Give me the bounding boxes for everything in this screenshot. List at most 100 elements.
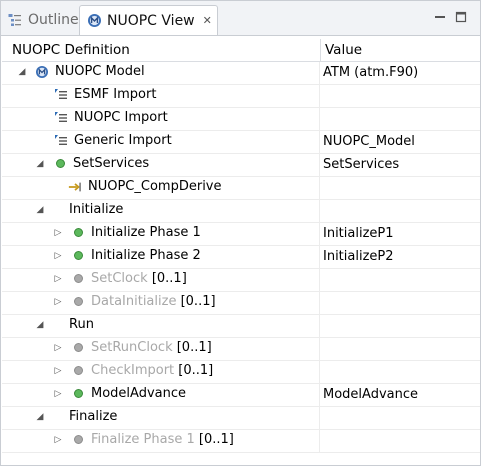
column-divider <box>319 292 320 314</box>
tab-outline[interactable]: Outline <box>7 6 79 34</box>
gray-dot-icon <box>71 364 85 378</box>
import-icon <box>54 134 68 148</box>
tree-row-datainitialize[interactable]: ▷ DataInitialize [0..1] <box>2 292 480 315</box>
column-divider <box>319 430 320 452</box>
tree-row-label: Generic Import <box>74 133 172 148</box>
tree-row-label: CheckImport <box>91 363 175 378</box>
multiplicity-label: [0..1] <box>198 432 234 447</box>
tree-row-label: Initialize <box>69 202 124 217</box>
column-header-definition[interactable]: NUOPC Definition <box>12 42 130 58</box>
tree-row-run[interactable]: ◢ Run <box>2 315 480 338</box>
multiplicity-label: [0..1] <box>178 363 214 378</box>
tab-nuopc-view-label: NUOPC View <box>107 12 195 29</box>
gray-dot-icon <box>71 341 85 355</box>
tree-row-label: SetClock <box>91 271 148 286</box>
tree-row-nuopc-import[interactable]: NUOPC Import <box>2 108 480 131</box>
column-divider <box>319 223 320 245</box>
tree-row-label: NUOPC Model <box>55 64 145 79</box>
tree-row-nuopc-compderive[interactable]: NUOPC_CompDerive <box>2 177 480 200</box>
tab-nuopc-view[interactable]: NUOPC View ✕ <box>79 5 218 35</box>
column-divider <box>319 407 320 429</box>
column-divider <box>319 361 320 383</box>
view-tab-bar: Outline NUOPC View ✕ <box>1 1 480 36</box>
minimize-view-icon[interactable] <box>433 10 447 24</box>
tree-row-initialize[interactable]: ◢ Initialize <box>2 200 480 223</box>
column-divider <box>319 154 320 176</box>
tree-row-modeladvance[interactable]: ▷ ModelAdvance ModelAdvance <box>2 384 480 407</box>
close-tab-icon[interactable]: ✕ <box>203 14 212 27</box>
green-dot-icon <box>71 249 85 263</box>
tree-row-label: Finalize Phase 1 <box>91 432 195 447</box>
tree-row-esmf-import[interactable]: ESMF Import <box>2 85 480 108</box>
tree-row-setrunclock[interactable]: ▷ SetRunClock [0..1] <box>2 338 480 361</box>
tree-row-value: ATM (atm.F90) <box>323 65 419 80</box>
tree-row-label: Initialize Phase 2 <box>91 248 201 263</box>
tree-row-setservices[interactable]: ◢ SetServices SetServices <box>2 154 480 177</box>
collapsed-toggle-icon[interactable]: ▷ <box>52 273 64 285</box>
tree-row-label: NUOPC_CompDerive <box>88 179 222 194</box>
expanded-toggle-icon[interactable]: ◢ <box>34 319 46 331</box>
derive-arrow-icon <box>68 180 82 194</box>
nuopc-view-icon <box>86 13 102 29</box>
collapsed-toggle-icon[interactable]: ▷ <box>52 250 64 262</box>
tree-row-finalize[interactable]: ◢ Finalize <box>2 407 480 430</box>
tree-row-value: NUOPC_Model <box>323 134 415 149</box>
gray-dot-icon <box>71 433 85 447</box>
green-dot-icon <box>71 226 85 240</box>
tree-row-setclock[interactable]: ▷ SetClock [0..1] <box>2 269 480 292</box>
import-icon <box>54 88 68 102</box>
tree-column-header: NUOPC Definition Value <box>2 39 480 62</box>
column-divider[interactable] <box>320 39 321 61</box>
column-divider <box>319 200 320 222</box>
tree-row-nuopc-model[interactable]: ◢ NUOPC Model ATM (atm.F90) <box>2 62 480 85</box>
maximize-view-icon[interactable] <box>454 10 468 24</box>
collapsed-toggle-icon[interactable]: ▷ <box>52 434 64 446</box>
green-dot-icon <box>71 387 85 401</box>
column-divider <box>319 269 320 291</box>
model-icon <box>35 65 49 79</box>
expanded-toggle-icon[interactable]: ◢ <box>34 204 46 216</box>
tree-row-label: SetServices <box>73 156 150 171</box>
tree-row-generic-import[interactable]: Generic Import NUOPC_Model <box>2 131 480 154</box>
expanded-toggle-icon[interactable]: ◢ <box>34 158 46 170</box>
tree-row-value: InitializeP2 <box>323 249 394 264</box>
multiplicity-label: [0..1] <box>176 340 212 355</box>
tree-row-checkimport[interactable]: ▷ CheckImport [0..1] <box>2 361 480 384</box>
tree-row-value: SetServices <box>323 157 400 172</box>
expanded-toggle-icon[interactable]: ◢ <box>34 411 46 423</box>
tree-row-label: NUOPC Import <box>74 110 168 125</box>
tab-outline-label: Outline <box>28 12 79 28</box>
collapsed-toggle-icon[interactable]: ▷ <box>52 388 64 400</box>
column-divider <box>319 62 320 84</box>
column-divider <box>319 177 320 199</box>
collapsed-toggle-icon[interactable]: ▷ <box>52 365 64 377</box>
tree-row-label: ModelAdvance <box>91 386 186 401</box>
tree-row-label: SetRunClock <box>91 340 173 355</box>
multiplicity-label: [0..1] <box>151 271 187 286</box>
multiplicity-label: [0..1] <box>180 294 216 309</box>
tree-row-finalize-phase-1[interactable]: ▷ Finalize Phase 1 [0..1] <box>2 430 480 453</box>
gray-dot-icon <box>71 272 85 286</box>
tree-row-label: DataInitialize <box>91 294 177 309</box>
column-divider <box>319 384 320 406</box>
expanded-toggle-icon[interactable]: ◢ <box>16 66 28 78</box>
column-divider <box>319 338 320 360</box>
tree-row-initialize-phase-1[interactable]: ▷ Initialize Phase 1 InitializeP1 <box>2 223 480 246</box>
column-divider <box>319 315 320 337</box>
tree-row-label: Initialize Phase 1 <box>91 225 201 240</box>
nuopc-view-panel: Outline NUOPC View ✕ NUOPC Definition Va… <box>0 0 481 466</box>
column-header-value[interactable]: Value <box>325 42 362 58</box>
column-divider <box>319 108 320 130</box>
collapsed-toggle-icon[interactable]: ▷ <box>52 227 64 239</box>
tree-row-initialize-phase-2[interactable]: ▷ Initialize Phase 2 InitializeP2 <box>2 246 480 269</box>
tree-row-label: Finalize <box>69 409 118 424</box>
collapsed-toggle-icon[interactable]: ▷ <box>52 342 64 354</box>
import-icon <box>54 111 68 125</box>
definition-tree: ◢ NUOPC Model ATM (atm.F90) ESMF Import … <box>2 62 480 453</box>
column-divider <box>319 131 320 153</box>
collapsed-toggle-icon[interactable]: ▷ <box>52 296 64 308</box>
gray-dot-icon <box>71 295 85 309</box>
tree-row-value: InitializeP1 <box>323 226 394 241</box>
tree-row-label: Run <box>69 317 94 332</box>
green-dot-icon <box>53 157 67 171</box>
